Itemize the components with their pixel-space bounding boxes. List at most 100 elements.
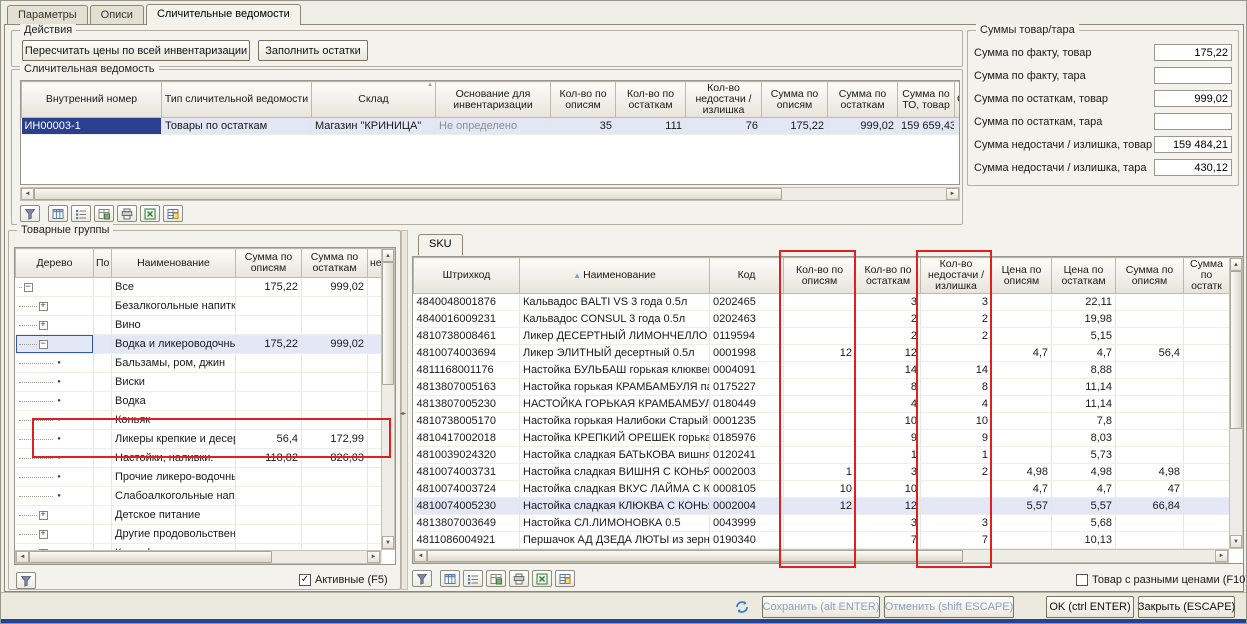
ok-button[interactable]: OK (ctrl ENTER): [1046, 596, 1134, 618]
col-basis[interactable]: Основание для инвентаризации: [436, 82, 551, 118]
sku-code[interactable]: 0185976: [710, 430, 784, 447]
tree-expander-icon[interactable]: [55, 397, 64, 406]
sku-name[interactable]: Ликер ЭЛИТНЫЙ десертный 0.5л: [520, 345, 710, 362]
tree-row[interactable]: Коньяк: [16, 411, 382, 430]
col-internal-number[interactable]: Внутренний номер: [22, 82, 162, 118]
tab-inventories[interactable]: Описи: [90, 5, 144, 24]
sku-code[interactable]: 0043999: [710, 515, 784, 532]
tree-expander-icon[interactable]: [55, 359, 64, 368]
col-qty-diff[interactable]: Кол-во недостачи / излишка: [686, 82, 762, 118]
tree-expander-icon[interactable]: [55, 492, 64, 501]
sku-barcode[interactable]: 4840016009231: [414, 311, 520, 328]
sku-code[interactable]: 0001235: [710, 413, 784, 430]
sku-price-stock[interactable]: 4,7: [1052, 345, 1116, 362]
tree-row[interactable]: Водка и ликероводочные 175,22 999,02: [16, 335, 382, 354]
sku-code[interactable]: 0002004: [710, 498, 784, 515]
group-name[interactable]: Все: [112, 278, 236, 297]
sku-qty-diff[interactable]: 8: [921, 379, 992, 396]
tree-expander-icon[interactable]: [55, 416, 64, 425]
sku-row[interactable]: 4810074003731 Настойка сладкая ВИШНЯ С К…: [414, 464, 1230, 481]
col-code[interactable]: Код: [710, 258, 784, 294]
sku-qty-diff[interactable]: [921, 481, 992, 498]
statement-sum-to[interactable]: 159 659,43: [898, 118, 955, 135]
sku-row[interactable]: 4810738008461 Ликер ДЕСЕРТНЫЙ ЛИМОНЧЕЛЛО…: [414, 328, 1230, 345]
columns-icon[interactable]: [48, 205, 68, 222]
sku-code[interactable]: 0120241: [710, 447, 784, 464]
sku-row[interactable]: 4810074003724 Настойка сладкая ВКУС ЛАЙМ…: [414, 481, 1230, 498]
sku-name[interactable]: Кальвадос BALTI VS 3 года 0.5л: [520, 294, 710, 311]
sku-qty-inv[interactable]: 10: [784, 481, 856, 498]
excel-icon[interactable]: [532, 570, 552, 587]
tab-sku[interactable]: SKU: [418, 234, 463, 255]
sku-sum-inv[interactable]: 4,98: [1116, 464, 1184, 481]
sku-sum-stock[interactable]: [1184, 515, 1230, 532]
recalc-prices-button[interactable]: Пересчитать цены по всей инвентаризации: [22, 40, 250, 61]
sku-qty-stock[interactable]: 10: [856, 413, 921, 430]
sum-field[interactable]: [1154, 136, 1232, 153]
scroll-right-icon[interactable]: ►: [946, 188, 959, 200]
sku-qty-diff[interactable]: 2: [921, 464, 992, 481]
sku-name[interactable]: Ликер ДЕСЕРТНЫЙ ЛИМОНЧЕЛЛО 2: [520, 328, 710, 345]
filter-icon[interactable]: [412, 570, 432, 587]
print-icon[interactable]: [117, 205, 137, 222]
sku-name[interactable]: НАСТОЙКА ГОРЬКАЯ КРАМБАМБУЛ: [520, 396, 710, 413]
scroll-up-icon[interactable]: ▲: [382, 249, 394, 262]
filter-icon[interactable]: [16, 572, 36, 589]
sku-price-stock[interactable]: 5,15: [1052, 328, 1116, 345]
sku-sum-stock[interactable]: [1184, 430, 1230, 447]
sku-sum-stock[interactable]: [1184, 396, 1230, 413]
sku-price-inv[interactable]: [992, 447, 1052, 464]
sku-barcode[interactable]: 4813807003649: [414, 515, 520, 532]
scroll-left-icon[interactable]: ◄: [21, 188, 34, 200]
grid-settings-icon[interactable]: [163, 205, 183, 222]
col-sku-qty-stock[interactable]: Кол-во по остаткам: [856, 258, 921, 294]
sku-code[interactable]: 0180449: [710, 396, 784, 413]
tree-row[interactable]: Вино: [16, 316, 382, 335]
tree-expander-icon[interactable]: [55, 435, 64, 444]
sku-qty-inv[interactable]: [784, 396, 856, 413]
col-sku-qty-inv[interactable]: Кол-во по описям: [784, 258, 856, 294]
sku-qty-diff[interactable]: 10: [921, 413, 992, 430]
sku-name[interactable]: Настойка сладкая БАТЬКОВА вишня: [520, 447, 710, 464]
group-name[interactable]: Бальзамы, ром, джин: [112, 354, 236, 373]
sku-name[interactable]: Настойка сладкая КЛЮКВА С КОНЬЯ: [520, 498, 710, 515]
group-name[interactable]: Виски: [112, 373, 236, 392]
sku-qty-inv[interactable]: [784, 328, 856, 345]
tree-vscrollbar[interactable]: ▲ ▼: [381, 248, 395, 550]
sku-qty-stock[interactable]: 3: [856, 515, 921, 532]
scroll-left-icon[interactable]: ◄: [16, 551, 29, 563]
tree-expander-icon[interactable]: [55, 378, 64, 387]
col-sku-sum-stock[interactable]: Сумма по остатк: [1184, 258, 1230, 294]
sku-qty-diff[interactable]: [921, 345, 992, 362]
different-prices-checkbox[interactable]: Товар с разными ценами (F10): [1076, 574, 1247, 586]
group-name[interactable]: Прочие ликеро-водочные: [112, 468, 236, 487]
sku-qty-diff[interactable]: 7: [921, 532, 992, 549]
col-tree[interactable]: Дерево: [16, 249, 94, 278]
sku-qty-stock[interactable]: 9: [856, 430, 921, 447]
sum-field[interactable]: [1154, 90, 1232, 107]
statement-row[interactable]: ИН00003-1 Товары по остаткам Магазин "КР…: [22, 118, 960, 135]
sku-qty-stock[interactable]: 3: [856, 464, 921, 481]
sku-code[interactable]: 0190340: [710, 532, 784, 549]
sku-barcode[interactable]: 4840048001876: [414, 294, 520, 311]
sku-qty-diff[interactable]: 3: [921, 515, 992, 532]
group-name[interactable]: Слабоалкогольные напит: [112, 487, 236, 506]
sku-qty-inv[interactable]: 12: [784, 345, 856, 362]
tree-row[interactable]: Виски: [16, 373, 382, 392]
sku-barcode[interactable]: 4811168001176: [414, 362, 520, 379]
tree-row[interactable]: Бальзамы, ром, джин: [16, 354, 382, 373]
sku-price-stock[interactable]: 10,13: [1052, 532, 1116, 549]
sum-field[interactable]: [1154, 67, 1232, 84]
sku-qty-stock[interactable]: 7: [856, 532, 921, 549]
tab-statements[interactable]: Сличительные ведомости: [146, 4, 301, 25]
sku-price-inv[interactable]: [992, 396, 1052, 413]
scroll-thumb[interactable]: [382, 262, 394, 385]
sku-row[interactable]: 4810417002018 Настойка КРЕПКИЙ ОРЕШЕК го…: [414, 430, 1230, 447]
sum-field[interactable]: [1154, 159, 1232, 176]
sku-code[interactable]: 0202465: [710, 294, 784, 311]
statement-hscrollbar[interactable]: ◄ ►: [20, 187, 960, 201]
sku-name[interactable]: Кальвадос CONSUL 3 года 0.5л: [520, 311, 710, 328]
sku-qty-stock[interactable]: 2: [856, 328, 921, 345]
statement-sum-inv[interactable]: 175,22: [762, 118, 828, 135]
sku-price-stock[interactable]: 11,14: [1052, 379, 1116, 396]
